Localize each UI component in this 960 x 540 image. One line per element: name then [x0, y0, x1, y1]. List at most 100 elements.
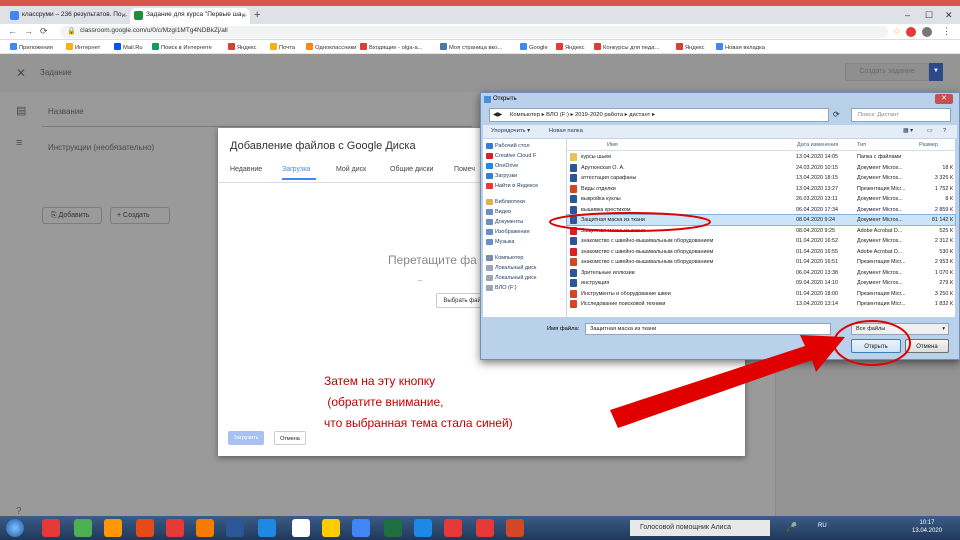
bookmark-item[interactable]: Mail.Ru: [114, 43, 143, 51]
file-row[interactable]: инструкция 09.04.2020 14:10 Документ Micro…: [567, 278, 955, 288]
nav-item[interactable]: Загрузки: [486, 173, 517, 179]
help-icon[interactable]: ?: [943, 128, 946, 134]
taskbar-app-icon[interactable]: [476, 519, 494, 537]
language-indicator[interactable]: RU: [818, 523, 827, 529]
clock[interactable]: 10:17 13.04.2020: [912, 519, 942, 535]
nav-item[interactable]: Видео: [486, 209, 511, 215]
new-folder-button[interactable]: Новая папка: [549, 128, 583, 134]
nav-item[interactable]: Музыка: [486, 239, 514, 245]
taskbar-app-icon[interactable]: [292, 519, 310, 537]
search-input[interactable]: Поиск: Дистант: [851, 108, 951, 122]
column-type[interactable]: Тип: [857, 142, 866, 148]
instructions-field[interactable]: Инструкции (необязательно): [48, 143, 154, 152]
path-breadcrumb[interactable]: ◀▶ Компьютер ▸ ВЛО (F:) ▸ 2019-2020 рабо…: [489, 108, 829, 122]
nav-item[interactable]: Рабочий стол: [486, 143, 530, 149]
nav-item[interactable]: Локальный диск: [486, 265, 536, 271]
file-row[interactable]: Исследование поисковой техники 13.04.2020…: [567, 299, 955, 309]
add-button[interactable]: ⎘ Добавить: [42, 207, 102, 224]
close-tab-icon[interactable]: ×: [241, 11, 246, 20]
forward-arrow-icon[interactable]: →: [24, 26, 33, 36]
close-tab-icon[interactable]: ×: [121, 11, 126, 20]
upload-button[interactable]: Загрузить: [228, 431, 264, 445]
bookmark-item[interactable]: Поиск в Интернете: [152, 43, 212, 51]
tab-shared-drives[interactable]: Общие диски: [390, 166, 433, 173]
file-row[interactable]: выкройка куклы 26.03.2020 13:11 Документ M…: [567, 194, 955, 204]
nav-item[interactable]: ВЛО (F:): [486, 285, 517, 291]
minimize-button[interactable]: –: [905, 10, 910, 20]
cancel-button[interactable]: Отмена: [274, 431, 306, 445]
create-assignment-button[interactable]: Создать задание: [845, 63, 929, 81]
bookmark-item[interactable]: Яндекс: [556, 43, 585, 51]
cancel-button[interactable]: Отмена: [905, 339, 949, 353]
assistant-search[interactable]: Голосовой помощник Алиса: [630, 520, 770, 536]
file-row[interactable]: вышивка крестиком 06.04.2020 17:34 Докумен…: [567, 205, 955, 215]
taskbar-app-icon[interactable]: [352, 519, 370, 537]
bookmark-item[interactable]: Моя страница вко...: [440, 43, 502, 51]
extension-icon[interactable]: [906, 27, 916, 37]
reload-icon[interactable]: ⟳: [40, 26, 48, 37]
taskbar-app-icon[interactable]: [414, 519, 432, 537]
organize-button[interactable]: Упорядочить ▾: [491, 128, 530, 134]
back-arrow-icon[interactable]: ←: [8, 26, 17, 36]
nav-item[interactable]: Найти в Яндексе: [486, 183, 538, 189]
taskbar-app-icon[interactable]: [196, 519, 214, 537]
maximize-button[interactable]: ☐: [925, 10, 933, 21]
start-button[interactable]: [6, 519, 24, 537]
microphone-icon[interactable]: 🎤: [786, 522, 797, 533]
column-date[interactable]: Дата изменения: [797, 142, 838, 148]
bookmark-item[interactable]: Конкурсы для педа...: [594, 43, 659, 51]
close-window-button[interactable]: ✕: [945, 10, 953, 21]
bookmark-item[interactable]: Google: [520, 43, 548, 51]
bookmark-item[interactable]: Приложения: [10, 43, 53, 51]
file-row[interactable]: Зрительные иллюзии 06.04.2020 13:38 Докуме…: [567, 268, 955, 278]
nav-item[interactable]: Creative Cloud F: [486, 153, 536, 159]
nav-item[interactable]: Локальный диск: [486, 275, 536, 281]
view-icon[interactable]: ▦ ▾: [903, 128, 913, 134]
open-button[interactable]: Открыть: [851, 339, 901, 353]
file-row[interactable]: Арутюнская О. А. 24.03.2020 10:15 Документ…: [567, 163, 955, 173]
taskbar-app-icon[interactable]: [166, 519, 184, 537]
column-size[interactable]: Размер: [919, 142, 938, 148]
taskbar-app-icon[interactable]: [384, 519, 402, 537]
file-type-select[interactable]: Все файлы ▾: [851, 323, 949, 335]
bookmark-item[interactable]: Интернет: [66, 43, 100, 51]
tab-my-drive[interactable]: Мой диск: [336, 166, 366, 173]
chevron-down-icon[interactable]: ▼: [929, 63, 943, 81]
nav-item[interactable]: Компьютер: [486, 255, 523, 261]
filename-input[interactable]: Защитная маска из ткани: [585, 323, 831, 335]
bookmark-item[interactable]: Яндекс: [228, 43, 257, 51]
file-row[interactable]: знакомство с швейно-вышивальным оборудов…: [567, 247, 955, 257]
taskbar-app-icon[interactable]: [104, 519, 122, 537]
file-row-selected[interactable]: Защитная маска из ткани 08.04.2020 9:24 До…: [566, 213, 956, 227]
taskbar-app-icon[interactable]: [136, 519, 154, 537]
nav-item[interactable]: Библиотеки: [486, 199, 525, 205]
taskbar-app-icon[interactable]: [42, 519, 60, 537]
layout-icon[interactable]: ▭: [927, 128, 932, 134]
browser-tab-search[interactable]: классруми – 236 результатов. По... ×: [6, 8, 130, 24]
taskbar-app-icon[interactable]: [322, 519, 340, 537]
taskbar-app-icon[interactable]: [506, 519, 524, 537]
file-row[interactable]: Защитная маска из ткани 08.04.2020 9:25 Ad…: [567, 226, 955, 236]
file-row[interactable]: Виды отделки 13.04.2020 13:27 Презентация …: [567, 184, 955, 194]
nav-item[interactable]: OneDrive: [486, 163, 518, 169]
file-row[interactable]: Инструменты и оборудование швеи 01.04.202…: [567, 289, 955, 299]
file-row[interactable]: курсы шьем 13.04.2020 14:05 Папка с файлам…: [567, 152, 955, 162]
column-name[interactable]: Имя: [607, 142, 618, 148]
taskbar-app-icon[interactable]: [258, 519, 276, 537]
url-input[interactable]: 🔒 classroom.google.com/u/0/c/MzgI1MTg4ND…: [60, 26, 888, 38]
taskbar-app-icon[interactable]: [226, 519, 244, 537]
bookmark-item[interactable]: Входящие - olga-a...: [360, 43, 423, 51]
taskbar-app-icon[interactable]: [444, 519, 462, 537]
nav-item[interactable]: Изображения: [486, 229, 530, 235]
bookmark-item[interactable]: Яндекс: [676, 43, 705, 51]
refresh-icon[interactable]: ⟳: [833, 110, 840, 119]
create-button[interactable]: + Создать: [110, 207, 170, 224]
new-tab-button[interactable]: +: [254, 9, 260, 21]
tab-starred[interactable]: Помеч: [454, 166, 475, 173]
profile-avatar[interactable]: [922, 27, 932, 37]
tab-upload[interactable]: Загрузка: [282, 166, 310, 173]
tab-recent[interactable]: Недавние: [230, 166, 262, 173]
menu-dots-icon[interactable]: ⋮: [942, 26, 951, 37]
close-icon[interactable]: ✕: [16, 66, 26, 80]
close-button[interactable]: ✕: [935, 94, 953, 104]
